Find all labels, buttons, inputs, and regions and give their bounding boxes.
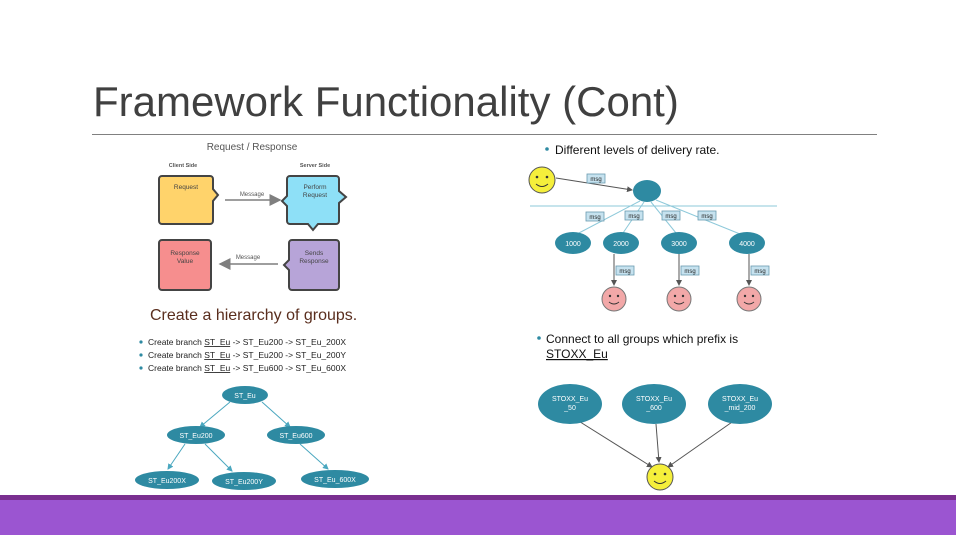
sends-response-box (282, 239, 340, 291)
msg-label: msg (589, 215, 600, 221)
perform-request-label-1: Perform (303, 184, 326, 191)
rr-title: Request / Response (207, 142, 298, 153)
group-label-2b: _600 (645, 405, 662, 412)
node-st-eu-label: ST_Eu (234, 393, 256, 400)
response-value-box (158, 239, 212, 291)
bullet-dot (545, 147, 549, 151)
request-response-diagram: Request / Response Client Side Server Si… (158, 142, 348, 291)
sender-smiley-icon (528, 166, 556, 194)
hierarchy-section: Create a hierarchy of groups. Create bra… (135, 307, 369, 490)
level-label-1000: 1000 (565, 241, 581, 248)
msg-label: msg (619, 269, 630, 275)
msg-label: msg (628, 214, 639, 220)
level-label-3000: 3000 (671, 241, 687, 248)
receiver-smiley-icon (666, 286, 692, 312)
group-label-1a: STOXX_Eu (552, 396, 588, 403)
hierarchy-heading: Create a hierarchy of groups. (150, 307, 357, 324)
bullet-dot (139, 340, 143, 344)
node-st-eu200x-label: ST_Eu200X (148, 478, 186, 485)
request-label: Request (174, 184, 198, 191)
edge-group2-subscriber (655, 423, 662, 463)
perform-request-label-2: Request (303, 192, 327, 199)
level-label-2000: 2000 (613, 241, 629, 248)
hub-node (633, 180, 661, 202)
edge-root-eu200 (199, 401, 231, 428)
edge-group3-subscriber (667, 419, 736, 468)
node-st-eu200y-label: ST_Eu200Y (225, 479, 263, 486)
connect-bullet-line1: Connect to all groups which prefix is (546, 332, 738, 346)
bullet-dot (139, 366, 143, 370)
message-bottom-label: Message (236, 255, 261, 261)
response-value-label-2: Value (177, 258, 194, 265)
group-label-3a: STOXX_Eu (722, 396, 758, 403)
group-node-stoxx-eu-600 (622, 384, 686, 424)
level-label-4000: 4000 (739, 241, 755, 248)
msg-label: msg (701, 214, 712, 220)
hierarchy-bullets: Create branch ST_Eu -> ST_Eu200 -> ST_Eu… (139, 337, 346, 373)
group-label-2a: STOXX_Eu (636, 396, 672, 403)
subscriber-smiley-icon (646, 463, 674, 491)
msg-label: msg (684, 269, 695, 275)
msg-label: msg (754, 269, 765, 275)
bullet-dot (537, 336, 541, 340)
hierarchy-bullet-3: Create branch ST_Eu -> ST_Eu600 -> ST_Eu… (148, 363, 346, 373)
connect-groups-section: Connect to all groups which prefix is ST… (537, 332, 772, 491)
sends-response-label-1: Sends (305, 250, 324, 257)
group-label-3b: _mid_200 (724, 405, 756, 412)
msg-label: msg (665, 214, 676, 220)
message-top-label: Message (240, 192, 265, 198)
server-side-label: Server Side (300, 163, 330, 169)
group-node-stoxx-eu-50 (538, 384, 602, 424)
group-node-stoxx-eu-mid-200 (708, 384, 772, 424)
footer-bar (0, 500, 956, 535)
edge-root-eu600 (261, 401, 291, 428)
hierarchy-bullet-1: Create branch ST_Eu -> ST_Eu200 -> ST_Eu… (148, 337, 346, 347)
delivery-bullet: Different levels of delivery rate. (555, 143, 720, 157)
group-label-1b: _50 (563, 405, 576, 412)
client-side-label: Client Side (169, 163, 197, 169)
node-st-eu600x-label: ST_Eu_600X (314, 477, 356, 484)
node-st-eu200-label: ST_Eu200 (179, 433, 212, 440)
delivery-rate-section: Different levels of delivery rate. msg m… (528, 143, 777, 312)
edge-eu200-eu200x (167, 443, 186, 470)
sends-response-label-2: Response (299, 258, 329, 265)
receiver-smiley-icon (601, 286, 627, 312)
bullet-dot (139, 353, 143, 357)
slide-diagrams: Request / Response Client Side Server Si… (135, 142, 777, 491)
connect-bullet-line2: STOXX_Eu (546, 347, 608, 361)
node-st-eu600-label: ST_Eu600 (279, 433, 312, 440)
msg-label: msg (590, 177, 601, 183)
hierarchy-bullet-2: Create branch ST_Eu -> ST_Eu200 -> ST_Eu… (148, 350, 346, 360)
receiver-smiley-icon (736, 286, 762, 312)
response-value-label-1: Response (170, 250, 200, 257)
edge-eu200-eu200y (204, 443, 233, 472)
edge-group1-subscriber (576, 419, 653, 468)
edge-eu600-eu600x (299, 443, 329, 470)
